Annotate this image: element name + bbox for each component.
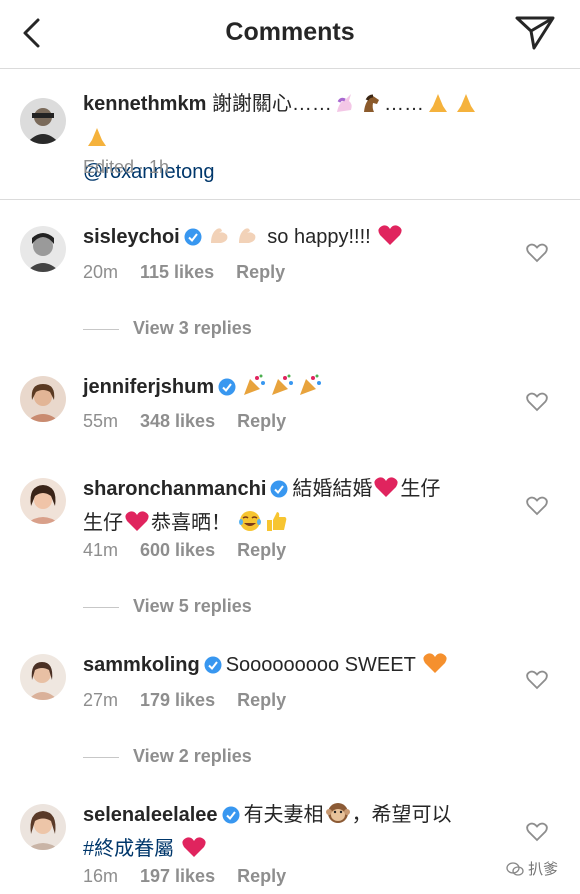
divider-line bbox=[83, 606, 119, 608]
hashtag-link[interactable]: #終成眷屬 bbox=[83, 838, 174, 860]
horse-emoji-icon bbox=[359, 92, 383, 123]
comment-username[interactable]: sharonchanmanchi bbox=[83, 478, 266, 500]
like-count[interactable]: 348 likes bbox=[140, 411, 215, 431]
comment-text: sammkoling Sooooooooo SWEET bbox=[83, 650, 503, 684]
avatar[interactable] bbox=[20, 376, 66, 422]
header-bar: Comments bbox=[0, 0, 580, 69]
comment-meta: 41m 600 likes Reply bbox=[83, 540, 308, 561]
comment-time: 55m bbox=[83, 411, 119, 431]
like-heart-icon[interactable] bbox=[526, 392, 548, 412]
party-popper-emoji-icon bbox=[269, 373, 295, 406]
avatar[interactable] bbox=[20, 804, 66, 850]
party-popper-emoji-icon bbox=[297, 373, 323, 406]
comment-text: sisleychoi so happy!!!! bbox=[83, 222, 503, 256]
comment-body: Sooooooooo SWEET bbox=[225, 654, 416, 676]
verified-badge-icon bbox=[270, 477, 288, 507]
flexed-biceps-emoji-icon bbox=[235, 223, 261, 256]
like-heart-icon[interactable] bbox=[526, 243, 548, 263]
monkey-face-emoji-icon bbox=[325, 801, 351, 834]
orange-heart-emoji-icon bbox=[422, 651, 448, 684]
like-count[interactable]: 197 likes bbox=[140, 866, 215, 886]
reply-button[interactable]: Reply bbox=[236, 262, 285, 282]
reply-button[interactable]: Reply bbox=[237, 411, 286, 431]
comment-text: sharonchanmanchi 結婚結婚 生仔 生仔 恭喜晒！ bbox=[83, 474, 503, 542]
like-count[interactable]: 115 likes bbox=[140, 262, 214, 282]
comment-username[interactable]: sammkoling bbox=[83, 654, 200, 676]
view-replies-label: View 3 replies bbox=[133, 318, 252, 338]
verified-badge-icon bbox=[218, 375, 236, 405]
avatar[interactable] bbox=[20, 654, 66, 700]
like-heart-icon[interactable] bbox=[526, 670, 548, 690]
verified-badge-icon bbox=[222, 803, 240, 833]
comment-body-part: 生仔 bbox=[400, 478, 441, 500]
reply-button[interactable]: Reply bbox=[237, 690, 286, 710]
comment-text: jenniferjshum bbox=[83, 372, 503, 406]
party-popper-emoji-icon bbox=[241, 373, 267, 406]
folded-hands-emoji-icon bbox=[453, 92, 479, 123]
avatar[interactable] bbox=[20, 478, 66, 524]
like-count[interactable]: 600 likes bbox=[140, 540, 215, 560]
wechat-icon bbox=[506, 862, 524, 876]
thumbs-up-emoji-icon bbox=[264, 509, 288, 542]
like-count[interactable]: 179 likes bbox=[140, 690, 215, 710]
tears-of-joy-emoji-icon bbox=[238, 509, 262, 542]
reply-button[interactable]: Reply bbox=[237, 866, 286, 886]
page-title: Comments bbox=[225, 18, 355, 46]
divider-line bbox=[83, 756, 119, 758]
view-replies-button[interactable]: View 5 replies bbox=[83, 596, 252, 617]
comment-time: 27m bbox=[83, 690, 119, 710]
avatar[interactable] bbox=[20, 98, 66, 144]
direct-send-icon[interactable] bbox=[514, 14, 556, 52]
edited-label: Edited bbox=[83, 157, 135, 177]
view-replies-label: View 2 replies bbox=[133, 746, 252, 766]
comment-body: so happy!!!! bbox=[267, 226, 371, 248]
like-heart-icon[interactable] bbox=[526, 822, 548, 842]
verified-badge-icon bbox=[184, 225, 202, 255]
comment-meta: 27m 179 likes Reply bbox=[83, 690, 308, 711]
comment-body-part: 恭喜晒！ bbox=[151, 512, 231, 534]
red-heart-emoji-icon bbox=[181, 835, 207, 868]
avatar[interactable] bbox=[20, 226, 66, 272]
comment-body-part: 生仔 bbox=[83, 512, 123, 534]
folded-hands-emoji-icon bbox=[425, 92, 451, 123]
caption-time: · 1h bbox=[138, 157, 170, 177]
caption-body: 謝謝關心…… bbox=[211, 93, 332, 115]
comment-time: 20m bbox=[83, 262, 119, 282]
watermark-text: 扒爹 bbox=[528, 861, 559, 878]
caption-username[interactable]: kennethmkm bbox=[83, 93, 206, 115]
view-replies-button[interactable]: View 3 replies bbox=[83, 318, 252, 339]
comment-username[interactable]: jenniferjshum bbox=[83, 376, 214, 398]
post-caption: kennethmkm 謝謝關心………… @roxannetong Edited ·… bbox=[0, 69, 580, 200]
unicorn-emoji-icon bbox=[333, 92, 357, 123]
comment-text: selenaleelalee 有夫妻相 ，希望可以 #終成眷屬 bbox=[83, 800, 503, 868]
watermark: 扒爹 bbox=[506, 858, 558, 879]
like-heart-icon[interactable] bbox=[526, 496, 548, 516]
comment-time: 41m bbox=[83, 540, 119, 560]
comment-meta: 20m 115 likes Reply bbox=[83, 262, 307, 283]
red-heart-emoji-icon bbox=[124, 509, 150, 542]
verified-badge-icon bbox=[204, 653, 222, 683]
reply-button[interactable]: Reply bbox=[237, 540, 286, 560]
view-replies-button[interactable]: View 2 replies bbox=[83, 746, 252, 767]
comment-meta: 55m 348 likes Reply bbox=[83, 411, 308, 432]
caption-ellipsis: …… bbox=[383, 93, 424, 115]
comment-body-part: 結婚結婚 bbox=[292, 478, 373, 500]
folded-hands-emoji-icon bbox=[84, 126, 110, 157]
red-heart-emoji-icon bbox=[377, 223, 403, 256]
comment-username[interactable]: selenaleelalee bbox=[83, 804, 218, 826]
caption-meta: Edited · 1h bbox=[83, 157, 191, 178]
comment-time: 16m bbox=[83, 866, 119, 886]
view-replies-label: View 5 replies bbox=[133, 596, 252, 616]
comment-body-part: 有夫妻相 bbox=[243, 804, 324, 826]
comment-username[interactable]: sisleychoi bbox=[83, 226, 180, 248]
comment-meta: 16m 197 likes Reply bbox=[83, 866, 308, 887]
divider-line bbox=[83, 328, 119, 330]
comment-body-part: ，希望可以 bbox=[351, 804, 452, 826]
red-heart-emoji-icon bbox=[373, 475, 399, 508]
flexed-biceps-emoji-icon bbox=[207, 223, 233, 256]
